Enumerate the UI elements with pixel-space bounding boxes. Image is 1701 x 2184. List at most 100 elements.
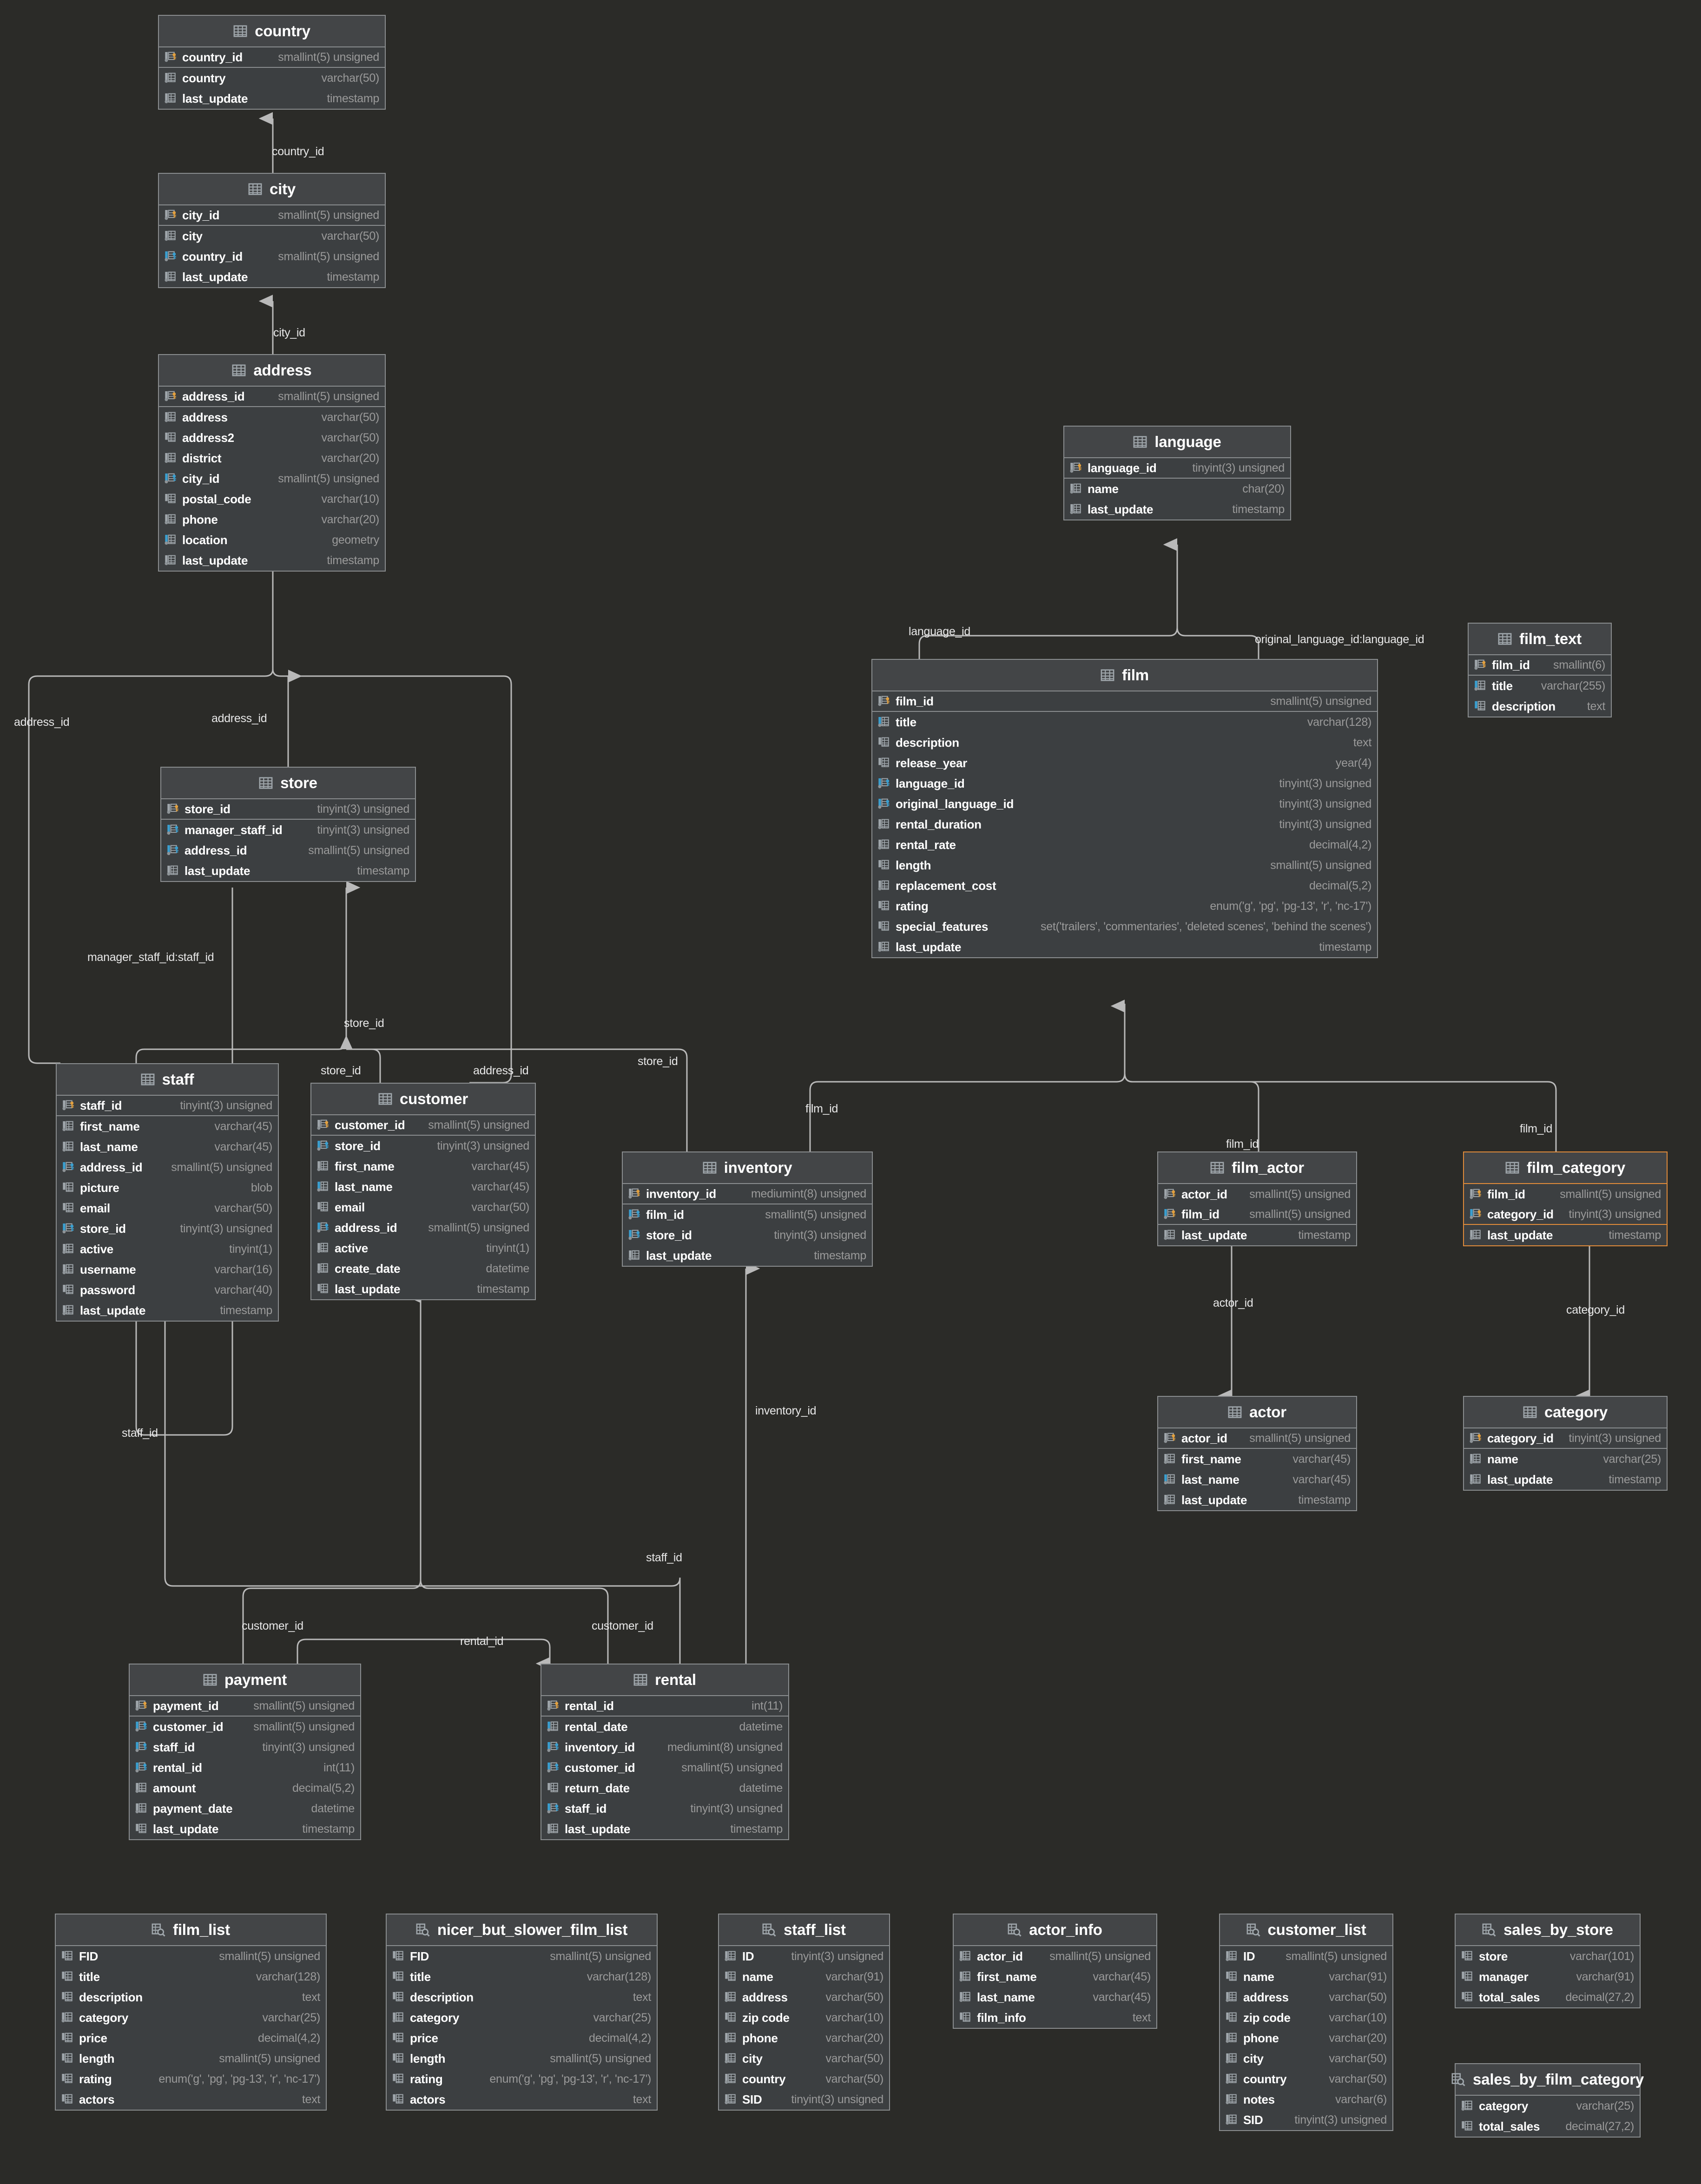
table-box-store[interactable]: store store_id tinyint(3) unsigned manage… xyxy=(160,767,416,882)
column-row-staff_id[interactable]: staff_id tinyint(3) unsigned xyxy=(130,1737,360,1757)
column-row-manager_staff_id[interactable]: manager_staff_id tinyint(3) unsigned xyxy=(161,820,415,840)
table-header-country[interactable]: country xyxy=(159,16,385,47)
column-row-rental_id[interactable]: rental_id int(11) xyxy=(541,1696,788,1717)
column-row-picture[interactable]: picture blob xyxy=(57,1178,278,1198)
column-row-country[interactable]: country varchar(50) xyxy=(159,68,385,88)
table-box-payment[interactable]: payment payment_id smallint(5) unsigned c… xyxy=(129,1664,361,1840)
column-row-actors[interactable]: actors text xyxy=(56,2089,326,2110)
column-row-address[interactable]: address varchar(50) xyxy=(1220,1987,1392,2007)
column-row-last_update[interactable]: last_update timestamp xyxy=(159,550,385,571)
column-row-store_id[interactable]: store_id tinyint(3) unsigned xyxy=(57,1218,278,1239)
column-row-email[interactable]: email varchar(50) xyxy=(57,1198,278,1218)
column-row-address_id[interactable]: address_id smallint(5) unsigned xyxy=(57,1157,278,1178)
column-row-film_id[interactable]: film_id smallint(5) unsigned xyxy=(1464,1184,1667,1204)
column-row-actor_id[interactable]: actor_id smallint(5) unsigned xyxy=(1158,1428,1356,1449)
column-row-title[interactable]: title varchar(128) xyxy=(872,712,1377,732)
table-box-address[interactable]: address address_id smallint(5) unsigned a… xyxy=(158,354,386,572)
er-diagram-canvas[interactable]: country_id city_id address_id address_id man… xyxy=(0,0,1701,2184)
table-header-customer[interactable]: customer xyxy=(311,1084,535,1115)
column-row-actors[interactable]: actors text xyxy=(387,2089,657,2110)
column-row-city[interactable]: city varchar(50) xyxy=(1220,2048,1392,2069)
column-row-phone[interactable]: phone varchar(20) xyxy=(159,509,385,530)
column-row-postal_code[interactable]: postal_code varchar(10) xyxy=(159,489,385,509)
column-row-category[interactable]: category varchar(25) xyxy=(387,2007,657,2028)
column-row-create_date[interactable]: create_date datetime xyxy=(311,1258,535,1279)
column-row-film_info[interactable]: film_info text xyxy=(954,2007,1156,2028)
table-box-actor[interactable]: actor actor_id smallint(5) unsigned first… xyxy=(1157,1396,1357,1511)
column-row-staff_id[interactable]: staff_id tinyint(3) unsigned xyxy=(57,1096,278,1116)
column-row-zip code[interactable]: zip code varchar(10) xyxy=(719,2007,889,2028)
table-header-nicer_but_slower_film_list[interactable]: nicer_but_slower_film_list xyxy=(387,1914,657,1946)
column-row-FID[interactable]: FID smallint(5) unsigned xyxy=(387,1946,657,1967)
column-row-last_update[interactable]: last_update timestamp xyxy=(1158,1225,1356,1245)
table-header-city[interactable]: city xyxy=(159,174,385,205)
column-row-name[interactable]: name varchar(91) xyxy=(719,1967,889,1987)
table-box-language[interactable]: language language_id tinyint(3) unsigned … xyxy=(1063,426,1291,520)
column-row-title[interactable]: title varchar(255) xyxy=(1469,676,1611,696)
column-row-special_features[interactable]: special_features set('trailers', 'comment… xyxy=(872,916,1377,937)
column-row-price[interactable]: price decimal(4,2) xyxy=(387,2028,657,2048)
table-header-film_category[interactable]: film_category xyxy=(1464,1152,1667,1184)
column-row-active[interactable]: active tinyint(1) xyxy=(311,1238,535,1258)
column-row-last_update[interactable]: last_update timestamp xyxy=(159,88,385,109)
column-row-first_name[interactable]: first_name varchar(45) xyxy=(954,1967,1156,1987)
column-row-language_id[interactable]: language_id tinyint(3) unsigned xyxy=(1064,458,1290,479)
column-row-address_id[interactable]: address_id smallint(5) unsigned xyxy=(159,387,385,407)
table-box-country[interactable]: country country_id smallint(5) unsigned c… xyxy=(158,15,386,110)
table-box-staff[interactable]: staff staff_id tinyint(3) unsigned first_… xyxy=(56,1063,279,1322)
column-row-category[interactable]: category varchar(25) xyxy=(1456,2096,1640,2116)
view-box-nicer_but_slower_film_list[interactable]: nicer_but_slower_film_list FID smallint(5… xyxy=(386,1914,658,2111)
column-row-total_sales[interactable]: total_sales decimal(27,2) xyxy=(1456,2116,1640,2137)
column-row-email[interactable]: email varchar(50) xyxy=(311,1197,535,1217)
column-row-city_id[interactable]: city_id smallint(5) unsigned xyxy=(159,468,385,489)
table-header-film_list[interactable]: film_list xyxy=(56,1914,326,1946)
table-box-category[interactable]: category category_id tinyint(3) unsigned … xyxy=(1463,1396,1668,1491)
column-row-last_update[interactable]: last_update timestamp xyxy=(623,1245,872,1266)
column-row-address_id[interactable]: address_id smallint(5) unsigned xyxy=(311,1217,535,1238)
column-row-store_id[interactable]: store_id tinyint(3) unsigned xyxy=(311,1136,535,1156)
column-row-name[interactable]: name varchar(25) xyxy=(1464,1449,1667,1469)
column-row-actor_id[interactable]: actor_id smallint(5) unsigned xyxy=(1158,1184,1356,1204)
column-row-rental_rate[interactable]: rental_rate decimal(4,2) xyxy=(872,835,1377,855)
column-row-description[interactable]: description text xyxy=(56,1987,326,2007)
column-row-payment_id[interactable]: payment_id smallint(5) unsigned xyxy=(130,1696,360,1717)
table-header-actor_info[interactable]: actor_info xyxy=(954,1914,1156,1946)
column-row-return_date[interactable]: return_date datetime xyxy=(541,1778,788,1798)
column-row-rental_id[interactable]: rental_id int(11) xyxy=(130,1757,360,1778)
column-row-first_name[interactable]: first_name varchar(45) xyxy=(1158,1449,1356,1469)
column-row-payment_date[interactable]: payment_date datetime xyxy=(130,1798,360,1819)
column-row-address2[interactable]: address2 varchar(50) xyxy=(159,428,385,448)
table-box-rental[interactable]: rental rental_id int(11) rental_date datet… xyxy=(541,1664,789,1840)
column-row-name[interactable]: name char(20) xyxy=(1064,479,1290,499)
column-row-length[interactable]: length smallint(5) unsigned xyxy=(387,2048,657,2069)
column-row-amount[interactable]: amount decimal(5,2) xyxy=(130,1778,360,1798)
column-row-film_id[interactable]: film_id smallint(6) xyxy=(1469,655,1611,676)
table-box-film[interactable]: film film_id smallint(5) unsigned title va… xyxy=(871,659,1378,958)
table-box-film_actor[interactable]: film_actor actor_id smallint(5) unsigned … xyxy=(1157,1151,1357,1246)
column-row-description[interactable]: description text xyxy=(387,1987,657,2007)
column-row-username[interactable]: username varchar(16) xyxy=(57,1259,278,1280)
column-row-last_update[interactable]: last_update timestamp xyxy=(872,937,1377,957)
table-box-film_category[interactable]: film_category film_id smallint(5) unsigne… xyxy=(1463,1151,1668,1246)
table-header-inventory[interactable]: inventory xyxy=(623,1152,872,1184)
column-row-store_id[interactable]: store_id tinyint(3) unsigned xyxy=(623,1225,872,1245)
column-row-category[interactable]: category varchar(25) xyxy=(56,2007,326,2028)
column-row-password[interactable]: password varchar(40) xyxy=(57,1280,278,1300)
table-header-actor[interactable]: actor xyxy=(1158,1397,1356,1428)
column-row-last_update[interactable]: last_update timestamp xyxy=(541,1819,788,1839)
column-row-inventory_id[interactable]: inventory_id mediumint(8) unsigned xyxy=(541,1737,788,1757)
table-header-sales_by_store[interactable]: sales_by_store xyxy=(1456,1914,1640,1946)
column-row-country[interactable]: country varchar(50) xyxy=(1220,2069,1392,2089)
table-header-film_text[interactable]: film_text xyxy=(1469,624,1611,655)
column-row-inventory_id[interactable]: inventory_id mediumint(8) unsigned xyxy=(623,1184,872,1204)
column-row-zip code[interactable]: zip code varchar(10) xyxy=(1220,2007,1392,2028)
column-row-film_id[interactable]: film_id smallint(5) unsigned xyxy=(623,1204,872,1225)
column-row-notes[interactable]: notes varchar(6) xyxy=(1220,2089,1392,2110)
column-row-district[interactable]: district varchar(20) xyxy=(159,448,385,468)
column-row-customer_id[interactable]: customer_id smallint(5) unsigned xyxy=(130,1717,360,1737)
column-row-last_update[interactable]: last_update timestamp xyxy=(1064,499,1290,520)
column-row-country[interactable]: country varchar(50) xyxy=(719,2069,889,2089)
column-row-last_update[interactable]: last_update timestamp xyxy=(1464,1225,1667,1245)
column-row-release_year[interactable]: release_year year(4) xyxy=(872,753,1377,773)
column-row-last_name[interactable]: last_name varchar(45) xyxy=(311,1177,535,1197)
